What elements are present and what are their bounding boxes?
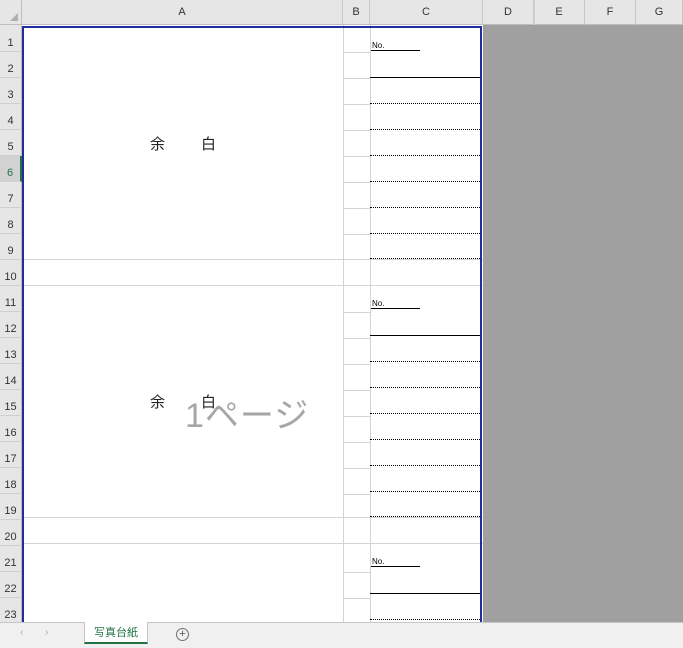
- caption-line-dotted: [370, 491, 482, 492]
- row-header[interactable]: 4: [0, 104, 22, 130]
- row-header[interactable]: 8: [0, 208, 22, 234]
- column-header-f[interactable]: F: [585, 0, 636, 25]
- column-header-b[interactable]: B: [343, 0, 370, 25]
- gridline: [22, 259, 483, 260]
- select-all-corner[interactable]: [0, 0, 22, 25]
- gridline: [343, 52, 370, 53]
- gridline: [343, 598, 370, 599]
- gridline: [343, 364, 370, 365]
- caption-line-dotted: [370, 361, 482, 362]
- caption-line-dotted: [370, 207, 482, 208]
- add-sheet-icon[interactable]: +: [176, 628, 189, 641]
- caption-line-dotted: [370, 258, 482, 259]
- column-header-c[interactable]: C: [370, 0, 483, 25]
- row-header[interactable]: 21: [0, 546, 22, 572]
- row-header[interactable]: 12: [0, 312, 22, 338]
- row-header[interactable]: 1: [0, 25, 22, 52]
- gridline: [22, 543, 483, 544]
- sheet-tab-bar: ‹ › 写真台紙 +: [0, 622, 683, 648]
- row-header[interactable]: 2: [0, 52, 22, 78]
- row-header[interactable]: 9: [0, 234, 22, 260]
- row-header[interactable]: 15: [0, 390, 22, 416]
- photo-number-label: No.: [372, 557, 385, 566]
- row-header[interactable]: 19: [0, 494, 22, 520]
- row-header[interactable]: 10: [0, 260, 22, 286]
- next-sheet-icon[interactable]: ›: [45, 627, 48, 638]
- gridline: [343, 130, 370, 131]
- row-header-selected[interactable]: 6: [0, 156, 22, 182]
- caption-line-dotted: [370, 465, 482, 466]
- column-header-g[interactable]: G: [636, 0, 683, 25]
- select-all-triangle-icon: [10, 13, 18, 21]
- row-header[interactable]: 20: [0, 520, 22, 546]
- caption-line-dotted: [370, 413, 482, 414]
- gridline: [370, 25, 371, 622]
- number-underline: [371, 308, 420, 309]
- row-header[interactable]: 17: [0, 442, 22, 468]
- column-header-e[interactable]: E: [534, 0, 585, 25]
- prev-sheet-icon[interactable]: ‹: [20, 627, 23, 638]
- gridline: [343, 78, 370, 79]
- gridline: [343, 572, 370, 573]
- row-header[interactable]: 22: [0, 572, 22, 598]
- gridline: [343, 156, 370, 157]
- row-header[interactable]: 18: [0, 468, 22, 494]
- page-break-watermark: 1ページ: [185, 397, 310, 435]
- gridline: [343, 390, 370, 391]
- caption-line-dotted: [370, 387, 482, 388]
- gridline: [343, 234, 370, 235]
- caption-line-dotted: [370, 439, 482, 440]
- column-header-d[interactable]: D: [483, 0, 534, 25]
- caption-line-solid: [370, 335, 482, 336]
- page-boundary: [22, 26, 482, 622]
- row-header[interactable]: 13: [0, 338, 22, 364]
- gridline: [22, 285, 483, 286]
- caption-line-dotted: [370, 619, 482, 620]
- caption-line-dotted: [370, 155, 482, 156]
- caption-line-dotted: [370, 233, 482, 234]
- blank-label-left: 余: [150, 136, 166, 153]
- row-header[interactable]: 5: [0, 130, 22, 156]
- caption-line-solid: [370, 77, 482, 78]
- gridline: [343, 208, 370, 209]
- number-underline: [371, 566, 420, 567]
- row-header[interactable]: 3: [0, 78, 22, 104]
- photo-number-label: No.: [372, 41, 385, 50]
- gridline: [343, 416, 370, 417]
- gridline: [343, 442, 370, 443]
- photo-number-label: No.: [372, 299, 385, 308]
- blank-label-left: 余: [150, 394, 166, 411]
- caption-line-dotted: [370, 103, 482, 104]
- gridline: [534, 0, 535, 25]
- gridline: [343, 494, 370, 495]
- spreadsheet-grid: A B C D E F G 1 2 3 4 5 6 7 8 9 10 11 12…: [0, 0, 683, 622]
- outside-print-area: [483, 25, 683, 622]
- gridline: [343, 182, 370, 183]
- column-header-a[interactable]: A: [22, 0, 343, 25]
- gridline: [343, 104, 370, 105]
- caption-line-dotted: [370, 181, 482, 182]
- row-header[interactable]: 11: [0, 286, 22, 312]
- row-header[interactable]: 14: [0, 364, 22, 390]
- sheet-tab-photo-mount[interactable]: 写真台紙: [84, 622, 148, 644]
- blank-label-right: 白: [201, 136, 217, 153]
- caption-line-dotted: [370, 129, 482, 130]
- caption-line-solid: [370, 593, 482, 594]
- gridline: [343, 25, 344, 622]
- gridline: [22, 517, 483, 518]
- caption-line-dotted: [370, 516, 482, 517]
- gridline: [343, 312, 370, 313]
- gridline: [343, 338, 370, 339]
- row-header[interactable]: 23: [0, 598, 22, 622]
- number-underline: [371, 50, 420, 51]
- row-header[interactable]: 16: [0, 416, 22, 442]
- gridline: [343, 468, 370, 469]
- row-header[interactable]: 7: [0, 182, 22, 208]
